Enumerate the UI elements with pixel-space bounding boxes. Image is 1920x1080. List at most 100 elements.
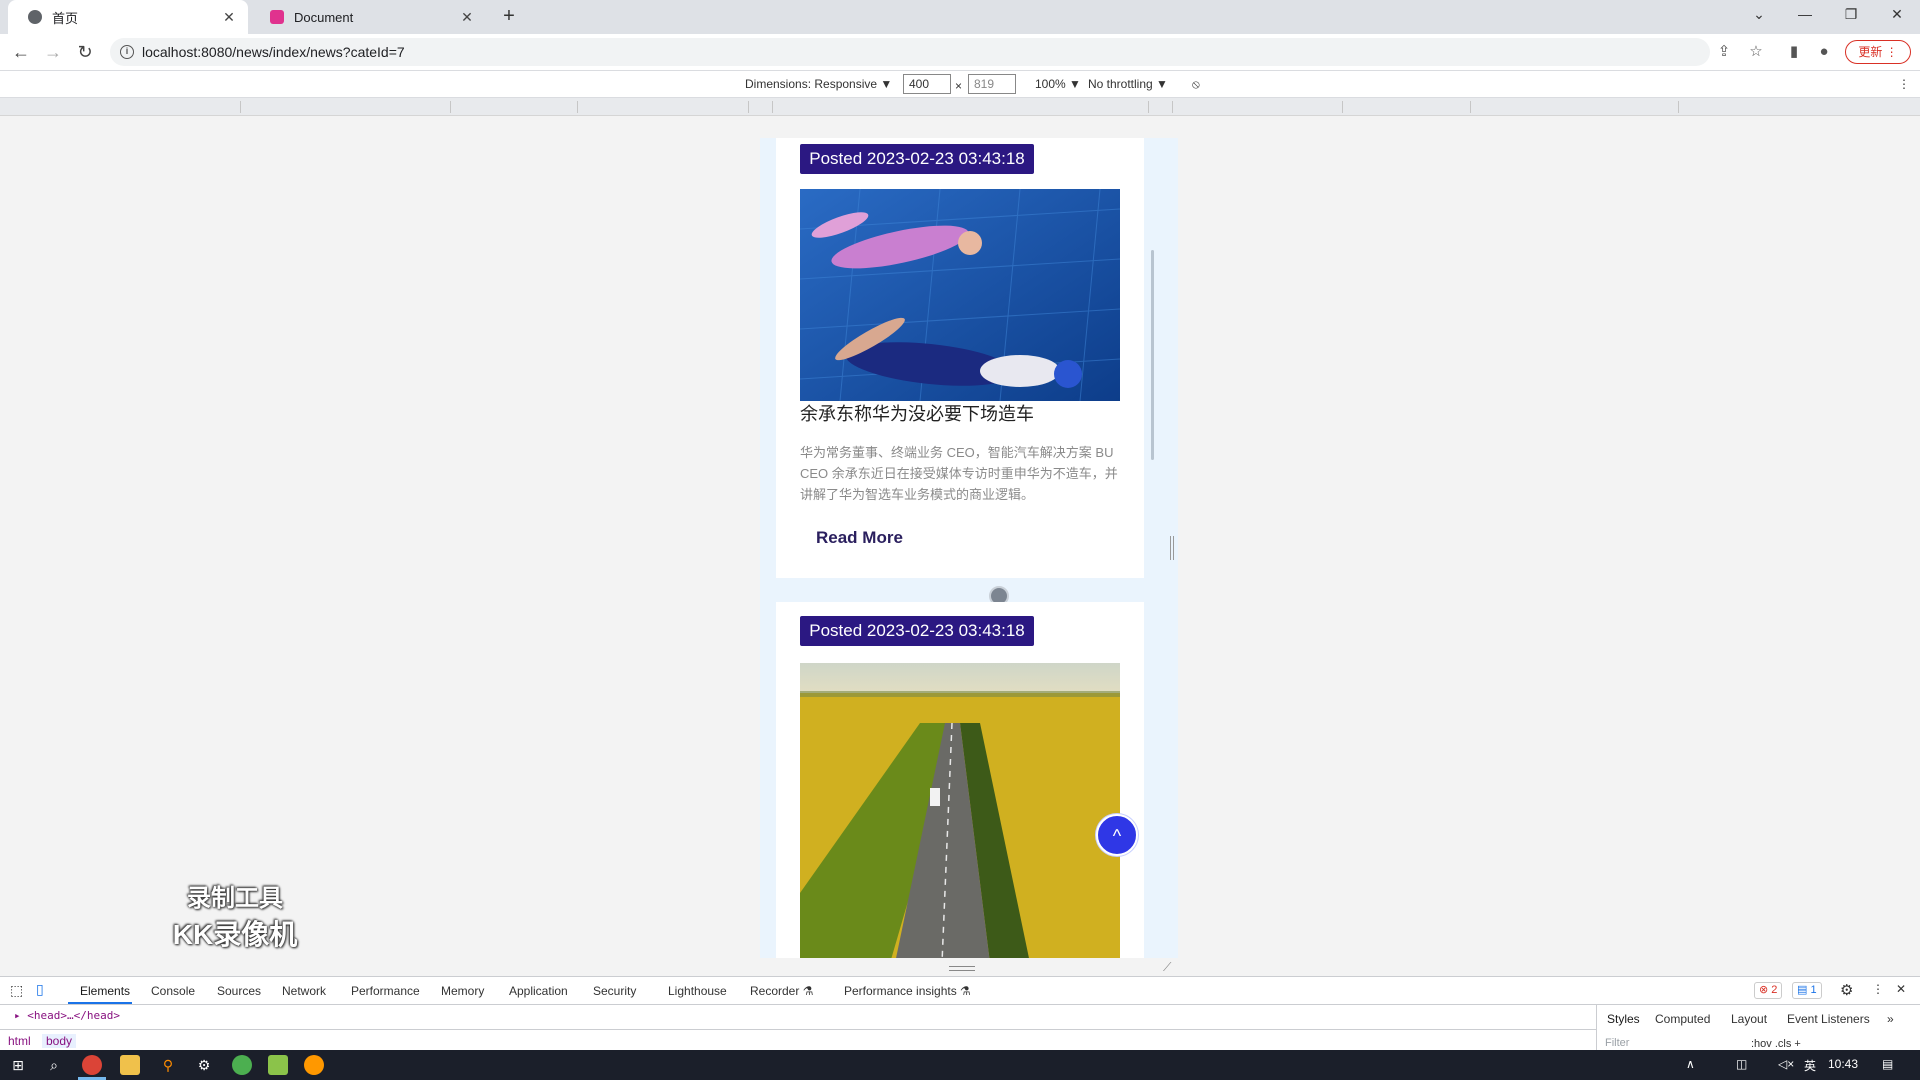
error-count-badge[interactable]: ⊗ 2 bbox=[1754, 982, 1783, 999]
windows-taskbar: ⊞ ⌕ ⚲ ⚙ ∧ ◫ ◁× 英 10:43 ▤ bbox=[0, 1050, 1920, 1080]
dom-tree-head-node[interactable]: ▸ <head>…</head> bbox=[14, 1009, 120, 1022]
times-sign: × bbox=[955, 79, 963, 93]
breadcrumb-html[interactable]: html bbox=[4, 1034, 35, 1048]
viewport-width-input[interactable] bbox=[903, 74, 951, 94]
tab-memory[interactable]: Memory bbox=[441, 984, 484, 998]
road-photo bbox=[800, 663, 1120, 958]
new-tab-button[interactable]: + bbox=[496, 4, 522, 30]
notes-app-icon[interactable] bbox=[268, 1055, 288, 1075]
active-tab-indicator bbox=[68, 1002, 132, 1004]
posted-date-badge: Posted 2023-02-23 03:43:18 bbox=[800, 616, 1034, 646]
search-icon[interactable]: ⌕ bbox=[44, 1055, 64, 1075]
devtools-tab-bar: ⬚ ▯ Elements Console Sources Network Per… bbox=[0, 977, 1920, 1005]
tab-application[interactable]: Application bbox=[509, 984, 568, 998]
browser-tab-strip: 首页 ✕ Document ✕ + ⌄ — ❐ ✕ bbox=[0, 0, 1920, 34]
news-image-swimming[interactable] bbox=[800, 189, 1120, 401]
style-filter-tools[interactable]: :hov .cls + bbox=[1751, 1038, 1801, 1050]
breadcrumb-body[interactable]: body bbox=[42, 1034, 77, 1048]
devtools-menu-icon[interactable]: ⋮ bbox=[1872, 982, 1884, 996]
close-window-button[interactable]: ✕ bbox=[1874, 0, 1920, 30]
share-icon[interactable]: ⇪ bbox=[1714, 42, 1734, 62]
tab-document[interactable]: Document ✕ bbox=[250, 0, 486, 34]
tab-elements[interactable]: Elements bbox=[80, 984, 130, 998]
news-summary: 华为常务董事、终端业务 CEO，智能汽车解决方案 BU CEO 余承东近日在接受… bbox=[800, 445, 1118, 502]
tab-layout[interactable]: Layout bbox=[1731, 1012, 1767, 1026]
volume-icon[interactable]: ◁× bbox=[1778, 1057, 1794, 1071]
url-text[interactable]: localhost:8080/news/index/news?cateId=7 bbox=[142, 44, 405, 60]
more-tabs-icon[interactable]: » bbox=[1887, 1012, 1894, 1026]
message-count-badge[interactable]: ▤ 1 bbox=[1792, 982, 1822, 999]
tab-recorder[interactable]: Recorder ⚗ bbox=[750, 984, 813, 998]
styles-pane: Styles Computed Layout Event Listeners »… bbox=[1596, 1005, 1920, 1051]
read-more-link[interactable]: Read More bbox=[816, 528, 903, 548]
update-label: 更新 bbox=[1858, 45, 1883, 59]
tray-arrow-icon[interactable]: ∧ bbox=[1686, 1057, 1695, 1071]
news-image-road[interactable] bbox=[800, 663, 1120, 958]
rotate-icon[interactable]: ⦸ bbox=[1192, 77, 1200, 92]
tab-performance-insights[interactable]: Performance insights ⚗ bbox=[844, 984, 971, 998]
green-app-icon[interactable] bbox=[232, 1055, 252, 1075]
tab-sources[interactable]: Sources bbox=[217, 984, 261, 998]
tab-styles[interactable]: Styles bbox=[1607, 1012, 1640, 1026]
tab-title: 首页 bbox=[52, 10, 79, 26]
throttling-dropdown[interactable]: No throttling ▼ bbox=[1088, 77, 1168, 91]
styles-filter-input[interactable]: Filter bbox=[1605, 1037, 1745, 1051]
viewport-resize-handle[interactable] bbox=[1170, 536, 1174, 560]
browser-toolbar: ← → ↻ i localhost:8080/news/index/news?c… bbox=[0, 34, 1920, 70]
device-toggle-icon[interactable]: ▯ bbox=[36, 981, 44, 998]
profile-avatar-icon[interactable]: ● bbox=[1814, 42, 1834, 62]
close-tab-icon[interactable]: ✕ bbox=[218, 9, 240, 26]
viewport-height-input[interactable] bbox=[968, 74, 1016, 94]
windows-start-icon[interactable]: ⊞ bbox=[8, 1055, 28, 1075]
tab-security[interactable]: Security bbox=[593, 984, 636, 998]
settings-app-icon[interactable]: ⚙ bbox=[194, 1055, 214, 1075]
side-panel-icon[interactable]: ▮ bbox=[1784, 42, 1804, 62]
recorder-watermark: 录制工具 KK录像机 bbox=[160, 878, 310, 953]
search-tool-icon[interactable]: ⚲ bbox=[158, 1055, 178, 1075]
posted-date-badge: Posted 2023-02-23 03:43:18 bbox=[800, 144, 1034, 174]
back-arrow-icon[interactable]: ← bbox=[8, 39, 34, 65]
device-toolbar-menu-icon[interactable]: ⋮ bbox=[1898, 77, 1910, 91]
tab-performance[interactable]: Performance bbox=[351, 984, 420, 998]
news-card: Posted 2023-02-23 03:43:18 bbox=[776, 138, 1144, 578]
ime-indicator[interactable]: 英 bbox=[1804, 1057, 1816, 1074]
recorder-app-icon[interactable] bbox=[304, 1055, 324, 1075]
close-tab-icon[interactable]: ✕ bbox=[456, 9, 478, 26]
tab-console[interactable]: Console bbox=[151, 984, 195, 998]
bookmark-star-icon[interactable]: ☆ bbox=[1746, 42, 1766, 62]
close-devtools-icon[interactable]: ✕ bbox=[1896, 982, 1906, 996]
media-query-bar[interactable] bbox=[0, 98, 1920, 116]
dom-breadcrumb: html body bbox=[0, 1029, 1596, 1051]
tab-event-listeners[interactable]: Event Listeners bbox=[1787, 1012, 1870, 1026]
inspect-element-icon[interactable]: ⬚ bbox=[10, 982, 23, 999]
watermark-line-2: KK录像机 bbox=[172, 919, 298, 950]
update-button[interactable]: 更新 ⋮ bbox=[1845, 40, 1911, 64]
menu-dots-icon: ⋮ bbox=[1885, 45, 1898, 59]
tab-search-button[interactable]: ⌄ bbox=[1736, 0, 1782, 30]
address-bar[interactable]: i localhost:8080/news/index/news?cateId=… bbox=[110, 38, 1710, 66]
tab-lighthouse[interactable]: Lighthouse bbox=[668, 984, 727, 998]
viewport-height-resize-handle[interactable] bbox=[949, 966, 975, 971]
news-title[interactable]: 余承东称华为没必要下场造车 bbox=[800, 400, 1034, 426]
page-scrollbar[interactable] bbox=[1151, 250, 1154, 460]
reload-icon[interactable]: ↻ bbox=[72, 39, 98, 65]
tab-title: Document bbox=[294, 9, 354, 25]
viewport-corner-resize-handle[interactable]: ⟋ bbox=[1163, 960, 1177, 974]
tab-network[interactable]: Network bbox=[282, 984, 326, 998]
minimize-button[interactable]: — bbox=[1782, 0, 1828, 30]
clock[interactable]: 10:43 bbox=[1828, 1057, 1858, 1071]
dimensions-dropdown[interactable]: Dimensions: Responsive ▼ bbox=[745, 77, 892, 91]
settings-gear-icon[interactable]: ⚙ bbox=[1840, 981, 1853, 999]
forward-arrow-icon[interactable]: → bbox=[40, 39, 66, 65]
devtools-panel: ⬚ ▯ Elements Console Sources Network Per… bbox=[0, 976, 1920, 1051]
tab-computed[interactable]: Computed bbox=[1655, 1012, 1710, 1026]
zoom-dropdown[interactable]: 100% ▼ bbox=[1035, 77, 1081, 91]
chrome-app-icon[interactable] bbox=[82, 1055, 102, 1075]
notification-icon[interactable]: ▤ bbox=[1882, 1057, 1893, 1071]
restore-button[interactable]: ❐ bbox=[1828, 0, 1874, 30]
back-to-top-button[interactable]: ^ bbox=[1096, 814, 1138, 856]
file-explorer-icon[interactable] bbox=[120, 1055, 140, 1075]
site-info-icon[interactable]: i bbox=[120, 45, 134, 59]
tab-home[interactable]: 首页 ✕ bbox=[8, 0, 248, 34]
network-icon[interactable]: ◫ bbox=[1736, 1057, 1747, 1071]
